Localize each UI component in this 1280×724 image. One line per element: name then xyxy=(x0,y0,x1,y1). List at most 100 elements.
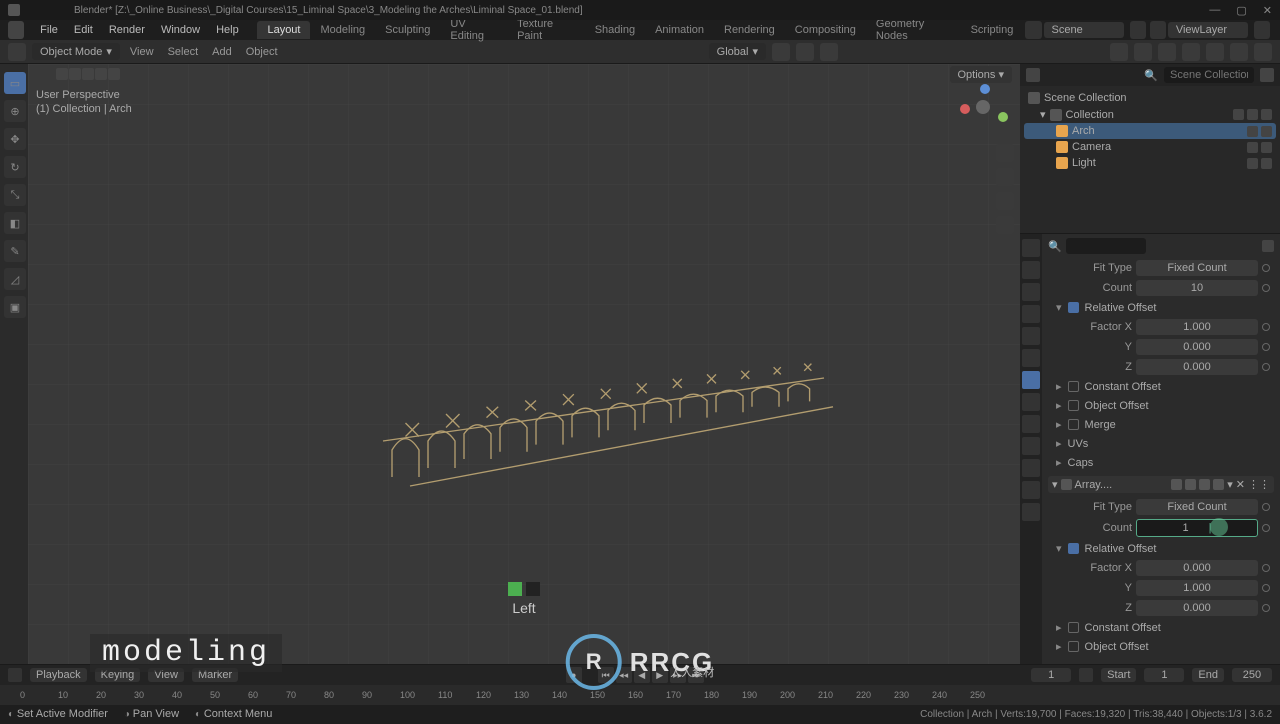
tool-measure[interactable]: ◿ xyxy=(4,268,26,290)
cage-toggle[interactable] xyxy=(1213,479,1224,490)
anim-dot[interactable] xyxy=(1262,604,1270,612)
outliner-arch[interactable]: Arch xyxy=(1024,123,1276,139)
select-mode-2-icon[interactable] xyxy=(69,68,81,80)
jump-end-icon[interactable]: ⏭ xyxy=(688,667,704,683)
constant-offset-label[interactable]: Constant Offset xyxy=(1085,381,1161,393)
factor-x-field[interactable]: 1.000 xyxy=(1136,319,1258,335)
proptab-modifiers[interactable] xyxy=(1022,371,1040,389)
select-mode-4-icon[interactable] xyxy=(95,68,107,80)
factor-y-field[interactable]: 0.000 xyxy=(1136,339,1258,355)
anim-dot[interactable] xyxy=(1262,343,1270,351)
axis-z-icon[interactable] xyxy=(980,84,990,94)
shading-wireframe-icon[interactable] xyxy=(1182,43,1200,61)
relative-offset-checkbox-2[interactable] xyxy=(1068,543,1079,554)
viewlayer-new-icon[interactable] xyxy=(1254,21,1270,39)
shading-solid-icon[interactable] xyxy=(1206,43,1224,61)
relative-offset-label-2[interactable]: Relative Offset xyxy=(1085,543,1157,555)
jump-prev-keyframe-icon[interactable]: ◂◂ xyxy=(616,667,632,683)
maximize-button[interactable]: ▢ xyxy=(1236,4,1246,17)
snap-icon[interactable] xyxy=(796,43,814,61)
pivot-icon[interactable] xyxy=(772,43,790,61)
end-frame-field[interactable]: 250 xyxy=(1232,668,1272,682)
factor-z-field-2[interactable]: 0.000 xyxy=(1136,600,1258,616)
timeline-keying[interactable]: Keying xyxy=(95,668,141,682)
proptab-constraints[interactable] xyxy=(1022,437,1040,455)
proptab-viewlayer[interactable] xyxy=(1022,283,1040,301)
loop-icon[interactable] xyxy=(1079,668,1093,682)
menu-help[interactable]: Help xyxy=(208,24,247,36)
object-offset-checkbox[interactable] xyxy=(1068,400,1079,411)
viewlayer-icon[interactable] xyxy=(1150,21,1166,39)
modifier-delete[interactable]: ✕ xyxy=(1236,478,1245,491)
tool-transform[interactable]: ◧ xyxy=(4,212,26,234)
minimize-button[interactable]: — xyxy=(1209,4,1220,17)
anim-dot[interactable] xyxy=(1262,503,1270,511)
axis-y-icon[interactable] xyxy=(998,112,1008,122)
scene-icon[interactable] xyxy=(1025,21,1041,39)
render-icon[interactable] xyxy=(1261,158,1272,169)
tool-add-primitive[interactable]: ▣ xyxy=(4,296,26,318)
object-offset-label[interactable]: Object Offset xyxy=(1085,400,1149,412)
xray-icon[interactable] xyxy=(1158,43,1176,61)
timeline-ruler[interactable]: 0102030405060708090100110120130140150160… xyxy=(0,685,1280,705)
anim-dot[interactable] xyxy=(1262,323,1270,331)
3d-viewport[interactable]: User Perspective (1) Collection | Arch O… xyxy=(28,64,1020,664)
axis-x-icon[interactable] xyxy=(960,104,970,114)
select-mode-5-icon[interactable] xyxy=(108,68,120,80)
tool-annotate[interactable]: ✎ xyxy=(4,240,26,262)
object-offset-label-2[interactable]: Object Offset xyxy=(1085,641,1149,653)
caps-label[interactable]: Caps xyxy=(1068,457,1094,469)
select-mode-3-icon[interactable] xyxy=(82,68,94,80)
tool-rotate[interactable]: ↻ xyxy=(4,156,26,178)
close-button[interactable]: ✕ xyxy=(1263,4,1272,17)
tab-scripting[interactable]: Scripting xyxy=(961,21,1024,39)
select-mode-1-icon[interactable] xyxy=(56,68,68,80)
timeline-marker[interactable]: Marker xyxy=(192,668,238,682)
relative-offset-checkbox[interactable] xyxy=(1068,302,1079,313)
anim-dot[interactable] xyxy=(1262,363,1270,371)
uvs-label[interactable]: UVs xyxy=(1068,438,1089,450)
gizmo-toggle-icon[interactable] xyxy=(1110,43,1128,61)
menu-object[interactable]: Object xyxy=(242,46,282,58)
count-field-1[interactable]: 10 xyxy=(1136,280,1258,296)
merge-label[interactable]: Merge xyxy=(1085,419,1116,431)
menu-window[interactable]: Window xyxy=(153,24,208,36)
anim-dot[interactable] xyxy=(1262,264,1270,272)
outliner-type-icon[interactable] xyxy=(1026,68,1040,82)
tab-layout[interactable]: Layout xyxy=(257,21,310,39)
render-icon[interactable] xyxy=(1261,126,1272,137)
start-frame-field[interactable]: 1 xyxy=(1144,668,1184,682)
fit-type-dropdown-2[interactable]: Fixed Count xyxy=(1136,499,1258,515)
jump-start-icon[interactable]: ⏮ xyxy=(598,667,614,683)
orientation-dropdown[interactable]: Global ▾ xyxy=(709,43,766,60)
merge-checkbox[interactable] xyxy=(1068,419,1079,430)
current-frame-field[interactable]: 1 xyxy=(1031,668,1071,682)
realtime-toggle[interactable] xyxy=(1171,479,1182,490)
count-field-2[interactable]: 1| xyxy=(1136,519,1258,537)
autokey-icon[interactable]: ● xyxy=(566,667,582,683)
proptab-material[interactable] xyxy=(1022,481,1040,499)
viewlayer-name[interactable]: ViewLayer xyxy=(1168,22,1248,38)
proptab-world[interactable] xyxy=(1022,327,1040,345)
tool-scale[interactable]: ⤡ xyxy=(4,184,26,206)
object-offset-checkbox-2[interactable] xyxy=(1068,641,1079,652)
constant-offset-checkbox-2[interactable] xyxy=(1068,622,1079,633)
props-options-icon[interactable] xyxy=(1262,240,1274,252)
render-toggle[interactable] xyxy=(1185,479,1196,490)
proptab-particles[interactable] xyxy=(1022,393,1040,411)
viewport-options-button[interactable]: Options ▾ xyxy=(950,66,1013,83)
modifier-extras[interactable]: ⋮⋮ xyxy=(1248,478,1270,491)
outliner-search-icon[interactable]: 🔍 xyxy=(1144,69,1158,82)
play-reverse-icon[interactable]: ◀ xyxy=(634,667,650,683)
menu-edit[interactable]: Edit xyxy=(66,24,101,36)
eye-icon[interactable] xyxy=(1247,109,1258,120)
outliner-filter-icon[interactable] xyxy=(1260,68,1274,82)
outliner-scene-collection[interactable]: Scene Collection xyxy=(1024,90,1276,106)
tab-modeling[interactable]: Modeling xyxy=(310,21,375,39)
jump-next-keyframe-icon[interactable]: ▸▸ xyxy=(670,667,686,683)
menu-select[interactable]: Select xyxy=(164,46,203,58)
editor-type-icon[interactable] xyxy=(8,43,26,61)
factor-x-field-2[interactable]: 0.000 xyxy=(1136,560,1258,576)
shading-matprev-icon[interactable] xyxy=(1230,43,1248,61)
menu-view[interactable]: View xyxy=(126,46,158,58)
